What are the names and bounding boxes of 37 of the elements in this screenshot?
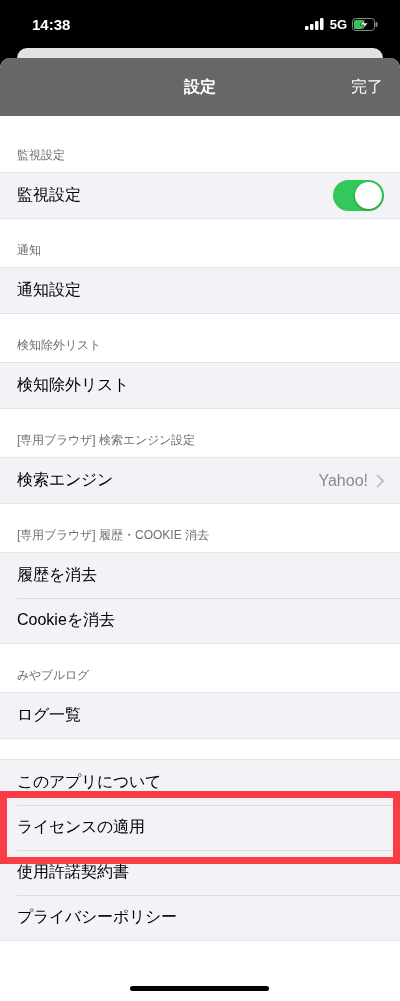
settings-row[interactable]: プライバシーポリシー: [0, 895, 400, 940]
signal-icon: [304, 18, 325, 30]
settings-row[interactable]: 検知除外リスト: [0, 363, 400, 408]
settings-row[interactable]: 通知設定: [0, 268, 400, 313]
row-label: ログ一覧: [17, 705, 82, 725]
section-header: 検知除外リスト: [17, 337, 101, 354]
settings-row[interactable]: ログ一覧: [0, 693, 400, 738]
row-label: このアプリについて: [17, 772, 162, 792]
section-header: [専用ブラウザ] 検索エンジン設定: [17, 432, 195, 449]
done-button[interactable]: 完了: [351, 77, 383, 98]
row-label: 使用許諾契約書: [17, 862, 130, 882]
toggle-switch[interactable]: [333, 180, 384, 211]
section-header: みやブルログ: [17, 667, 89, 684]
row-label: プライバシーポリシー: [17, 907, 178, 927]
row-label: Cookieを消去: [17, 610, 116, 630]
battery-charging-icon: [352, 17, 378, 31]
section-header: 通知: [17, 242, 41, 259]
settings-row[interactable]: 使用許諾契約書: [0, 850, 400, 895]
nav-title: 設定: [184, 76, 216, 97]
row-label: 通知設定: [17, 280, 82, 300]
row-label: 検索エンジン: [17, 470, 114, 490]
settings-row[interactable]: 履歴を消去: [0, 553, 400, 598]
section-header: 監視設定: [17, 147, 65, 164]
row-label: ライセンスの適用: [17, 817, 146, 837]
network-label: 5G: [329, 16, 347, 32]
settings-row[interactable]: 検索エンジン Yahoo!: [0, 458, 400, 503]
settings-row[interactable]: このアプリについて: [0, 760, 400, 805]
settings-row[interactable]: 監視設定: [0, 173, 400, 218]
section-header: [専用ブラウザ] 履歴・COOKIE 消去: [17, 527, 209, 544]
row-label: 履歴を消去: [17, 565, 98, 585]
settings-row[interactable]: Cookieを消去: [0, 598, 400, 643]
chevron-icon: [376, 473, 384, 488]
row-value: Yahoo!: [318, 471, 368, 490]
row-label: 検知除外リスト: [17, 375, 130, 395]
row-label: 監視設定: [17, 185, 82, 205]
status-time: 14:38: [32, 15, 72, 33]
settings-row[interactable]: ライセンスの適用: [0, 805, 400, 850]
